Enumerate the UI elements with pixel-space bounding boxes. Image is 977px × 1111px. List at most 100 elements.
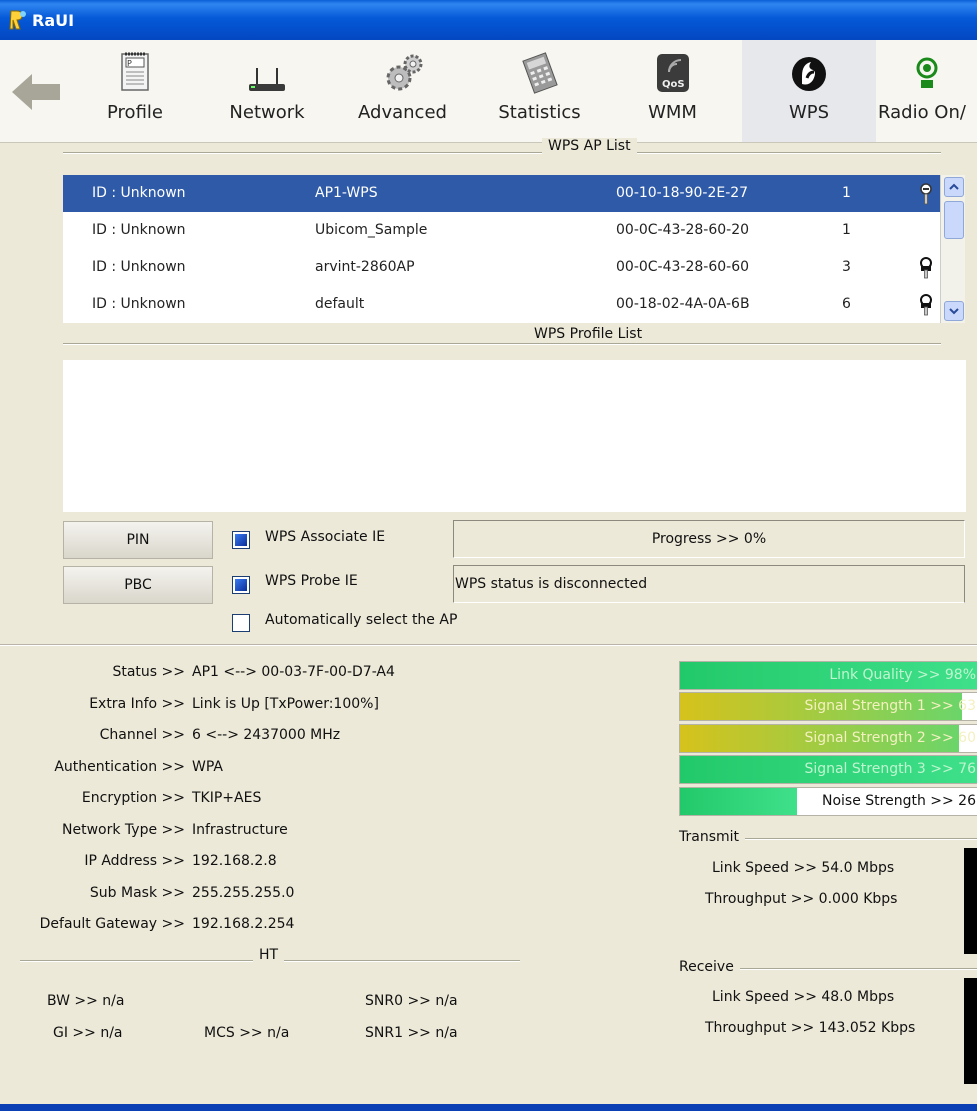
status-label: Channel >> bbox=[99, 727, 185, 743]
ap-list-row[interactable]: ID : Unknown default 00-18-02-4A-0A-6B 6 bbox=[63, 286, 940, 323]
wps-profile-list[interactable] bbox=[63, 360, 966, 512]
ap-bssid: 00-0C-43-28-60-20 bbox=[616, 222, 750, 238]
wps-profile-list-title: WPS Profile List bbox=[528, 326, 649, 342]
tab-radio-onoff[interactable]: Radio On/ bbox=[876, 40, 977, 142]
key-icon bbox=[920, 257, 932, 279]
tab-radio-label: Radio On/ bbox=[878, 102, 966, 123]
section-divider bbox=[0, 644, 977, 646]
status-value: AP1 <--> 00-03-7F-00-D7-A4 bbox=[192, 664, 395, 680]
auto-select-ap-label: Automatically select the AP bbox=[265, 612, 458, 628]
signal-strength-1-bar: Signal Strength 1 >> 63 bbox=[679, 692, 977, 721]
ht-gi: GI >> n/a bbox=[53, 1025, 123, 1041]
ap-list-group-line bbox=[63, 152, 941, 154]
ap-list-row[interactable]: ID : Unknown Ubicom_Sample 00-0C-43-28-6… bbox=[63, 212, 940, 249]
tab-advanced[interactable]: Advanced bbox=[345, 40, 460, 142]
ap-list-scrollbar[interactable] bbox=[940, 175, 965, 323]
status-row: Default Gateway >> 192.168.2.254 bbox=[0, 916, 977, 936]
signal-strength-3-bar: Signal Strength 3 >> 76 bbox=[679, 755, 977, 784]
tab-advanced-label: Advanced bbox=[358, 102, 447, 123]
gears-icon bbox=[386, 54, 422, 91]
tab-wps[interactable]: WPS bbox=[742, 40, 876, 142]
wps-lock-icon bbox=[792, 57, 826, 91]
pbc-button[interactable]: PBC bbox=[63, 566, 213, 604]
ap-ssid: AP1-WPS bbox=[315, 185, 378, 201]
status-value: WPA bbox=[192, 759, 223, 775]
key-icon bbox=[920, 183, 932, 205]
ht-bw: BW >> n/a bbox=[47, 993, 125, 1009]
profile-list-group-line bbox=[63, 343, 941, 345]
qos-signal-icon: QoS bbox=[656, 54, 689, 92]
ap-channel: 1 bbox=[842, 185, 851, 201]
ap-list-row[interactable]: ID : Unknown AP1-WPS 00-10-18-90-2E-27 1 bbox=[63, 175, 940, 212]
status-value: 192.168.2.254 bbox=[192, 916, 295, 932]
wps-status-field: WPS status is disconnected bbox=[453, 565, 965, 603]
back-arrow-icon[interactable] bbox=[10, 70, 62, 114]
ht-title: HT bbox=[253, 947, 285, 963]
scroll-down-button[interactable] bbox=[944, 301, 964, 321]
qos-badge-text: QoS bbox=[662, 79, 685, 90]
ap-id: ID : Unknown bbox=[92, 296, 186, 312]
tab-wps-label: WPS bbox=[788, 102, 830, 123]
scroll-thumb[interactable] bbox=[944, 201, 964, 239]
status-label: Authentication >> bbox=[54, 759, 185, 775]
ap-ssid: default bbox=[315, 296, 365, 312]
link-quality-bar: Link Quality >> 98% bbox=[679, 661, 977, 690]
tab-wmm-label: WMM bbox=[648, 102, 697, 123]
profile-document-icon: P bbox=[121, 52, 149, 91]
tab-wmm[interactable]: QoS WMM bbox=[615, 40, 730, 142]
app-logo-icon bbox=[9, 10, 26, 30]
ap-ssid: arvint-2860AP bbox=[315, 259, 415, 275]
ht-snr1: SNR1 >> n/a bbox=[365, 1025, 458, 1041]
receive-graph bbox=[964, 978, 977, 1084]
scroll-up-button[interactable] bbox=[944, 177, 964, 197]
pbc-button-label: PBC bbox=[124, 577, 152, 593]
bar-text: Signal Strength 3 >> 76 bbox=[804, 761, 976, 777]
status-label: IP Address >> bbox=[84, 853, 185, 869]
title-bar: RaUI bbox=[0, 0, 977, 40]
ap-channel: 1 bbox=[842, 222, 851, 238]
tab-statistics[interactable]: Statistics bbox=[482, 40, 597, 142]
status-value: 255.255.255.0 bbox=[192, 885, 295, 901]
ap-channel: 6 bbox=[842, 296, 851, 312]
wps-ap-list[interactable]: ID : Unknown AP1-WPS 00-10-18-90-2E-27 1… bbox=[63, 175, 940, 323]
ap-id: ID : Unknown bbox=[92, 259, 186, 275]
noise-strength-bar: Noise Strength >> 26 bbox=[679, 787, 977, 816]
ap-id: ID : Unknown bbox=[92, 222, 186, 238]
ap-id: ID : Unknown bbox=[92, 185, 186, 201]
bar-fill bbox=[680, 788, 797, 815]
bar-text: Link Quality >> 98% bbox=[829, 667, 976, 683]
tab-profile-label: Profile bbox=[107, 102, 163, 123]
window-title: RaUI bbox=[32, 11, 75, 30]
window-bottom-border bbox=[0, 1104, 977, 1111]
bar-text: Signal Strength 1 >> 63 bbox=[804, 698, 976, 714]
transmit-title: Transmit bbox=[673, 829, 746, 845]
status-value: TKIP+AES bbox=[192, 790, 262, 806]
chevron-up-icon bbox=[949, 183, 959, 190]
pin-button-label: PIN bbox=[126, 532, 150, 548]
tab-network[interactable]: Network bbox=[212, 40, 322, 142]
tab-profile[interactable]: P Profile bbox=[80, 40, 190, 142]
svg-text:P: P bbox=[127, 59, 132, 68]
transmit-throughput: Throughput >> 0.000 Kbps bbox=[705, 891, 898, 907]
calculator-icon bbox=[521, 52, 558, 94]
ht-mcs: MCS >> n/a bbox=[204, 1025, 290, 1041]
ht-snr0: SNR0 >> n/a bbox=[365, 993, 458, 1009]
network-router-icon bbox=[249, 68, 285, 91]
tab-statistics-label: Statistics bbox=[498, 102, 581, 123]
status-label: Status >> bbox=[112, 664, 185, 680]
transmit-graph bbox=[964, 848, 977, 954]
bar-text: Noise Strength >> 26 bbox=[821, 793, 976, 809]
radio-antenna-icon bbox=[916, 57, 937, 88]
ap-list-row[interactable]: ID : Unknown arvint-2860AP 00-0C-43-28-6… bbox=[63, 249, 940, 286]
wps-probe-ie-checkbox[interactable] bbox=[232, 576, 250, 594]
status-value: Link is Up [TxPower:100%] bbox=[192, 696, 379, 712]
transmit-link-speed: Link Speed >> 54.0 Mbps bbox=[712, 860, 895, 876]
pin-button[interactable]: PIN bbox=[63, 521, 213, 559]
wps-associate-ie-checkbox[interactable] bbox=[232, 531, 250, 549]
auto-select-ap-checkbox[interactable] bbox=[232, 614, 250, 632]
ap-bssid: 00-10-18-90-2E-27 bbox=[616, 185, 749, 201]
chevron-down-icon bbox=[949, 308, 959, 315]
progress-bar: Progress >> 0% bbox=[453, 520, 965, 558]
receive-title: Receive bbox=[673, 959, 740, 975]
wps-status-text: WPS status is disconnected bbox=[455, 576, 648, 592]
